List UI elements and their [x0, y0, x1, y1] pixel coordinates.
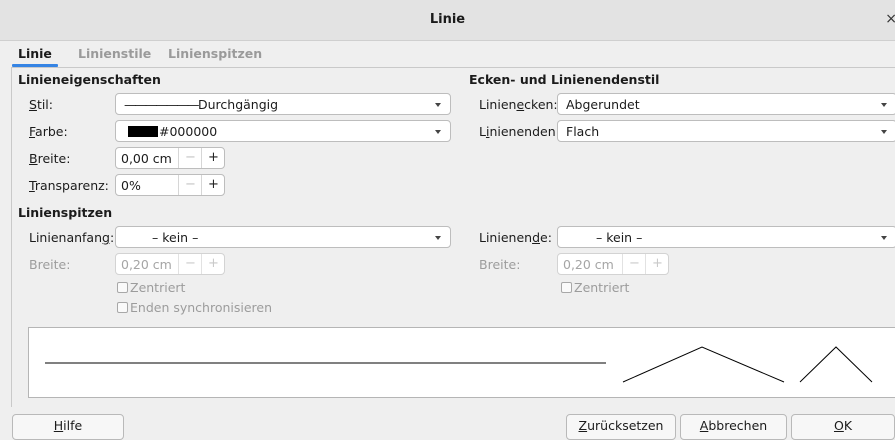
arrow-start-dropdown[interactable]: – kein –: [115, 226, 451, 248]
style-dropdown[interactable]: ——————— Durchgängig: [115, 93, 451, 115]
center-start-checkbox[interactable]: Zentriert: [117, 280, 185, 295]
section-line-properties: Linieneigenschaften: [18, 72, 161, 87]
transparency-label: Transparenz:: [29, 178, 109, 193]
arrow-end-label: Linienende:: [479, 230, 552, 245]
cap-label: Linienenden:: [479, 124, 560, 139]
corner-dropdown[interactable]: Abgerundet: [557, 93, 895, 115]
line-style-sample: ———————: [124, 97, 199, 112]
arrow-start-width-label: Breite:: [29, 257, 71, 272]
panel-border: [11, 67, 12, 407]
decrement-button[interactable]: −: [178, 254, 202, 274]
arrow-start-value: – kein –: [152, 230, 199, 245]
preview-angle-line: [622, 346, 785, 383]
chevron-down-icon: [881, 103, 887, 107]
cap-value: Flach: [566, 124, 600, 139]
width-value: 0,00 cm: [121, 151, 172, 166]
increment-button[interactable]: +: [645, 254, 669, 274]
transparency-stepper[interactable]: 0% − +: [115, 174, 225, 196]
preview-angle-line-small: [799, 346, 873, 383]
color-label: Farbe:: [29, 124, 68, 139]
chevron-down-icon: [881, 236, 887, 240]
increment-button[interactable]: +: [201, 148, 225, 168]
decrement-button[interactable]: −: [178, 175, 202, 195]
arrow-end-dropdown[interactable]: – kein –: [557, 226, 895, 248]
arrow-end-value: – kein –: [596, 230, 643, 245]
transparency-value: 0%: [121, 178, 141, 193]
color-dropdown[interactable]: #000000: [115, 120, 451, 142]
sync-ends-checkbox[interactable]: Enden synchronisieren: [117, 300, 272, 315]
checkbox-box: [117, 302, 128, 313]
section-arrows: Linienspitzen: [18, 205, 113, 220]
decrement-button[interactable]: −: [622, 254, 646, 274]
chevron-down-icon: [881, 130, 887, 134]
arrow-start-label: Linienanfang:: [29, 230, 115, 245]
color-value: #000000: [159, 124, 218, 139]
width-stepper[interactable]: 0,00 cm − +: [115, 147, 225, 169]
increment-button[interactable]: +: [201, 175, 225, 195]
arrow-start-width-stepper[interactable]: 0,20 cm − +: [115, 253, 225, 275]
chevron-down-icon: [435, 236, 441, 240]
arrow-end-width-label: Breite:: [479, 257, 521, 272]
center-end-checkbox[interactable]: Zentriert: [561, 280, 629, 295]
ok-button[interactable]: OK: [791, 414, 895, 440]
window-title: Linie: [429, 12, 466, 27]
title-bar: Linie ×: [0, 0, 895, 41]
corner-value: Abgerundet: [566, 97, 640, 112]
close-icon[interactable]: ×: [885, 11, 895, 27]
section-corner-style: Ecken- und Linienendenstil: [469, 72, 660, 87]
chevron-down-icon: [435, 103, 441, 107]
tab-linienspitzen[interactable]: Linienspitzen: [161, 44, 269, 66]
line-preview: [28, 327, 895, 398]
tab-linie[interactable]: Linie: [11, 44, 59, 67]
preview-drawing: [45, 346, 873, 383]
tab-linienstile[interactable]: Linienstile: [71, 44, 158, 66]
help-button[interactable]: Hilfe: [12, 414, 124, 440]
arrow-end-width-value: 0,20 cm: [563, 257, 614, 272]
checkbox-box: [561, 282, 572, 293]
increment-button[interactable]: +: [201, 254, 225, 274]
tab-divider: [11, 67, 895, 68]
style-label: Stil:: [29, 97, 53, 112]
style-value: Durchgängig: [198, 97, 279, 112]
color-swatch: [128, 126, 158, 137]
arrow-end-width-stepper[interactable]: 0,20 cm − +: [557, 253, 669, 275]
chevron-down-icon: [435, 130, 441, 134]
cancel-button[interactable]: Abbrechen: [680, 414, 787, 440]
width-label: Breite:: [29, 151, 71, 166]
checkbox-box: [117, 282, 128, 293]
arrow-start-width-value: 0,20 cm: [121, 257, 172, 272]
cap-dropdown[interactable]: Flach: [557, 120, 895, 142]
corner-label: Linienecken:: [479, 97, 558, 112]
reset-button[interactable]: Zurücksetzen: [566, 414, 676, 440]
decrement-button[interactable]: −: [178, 148, 202, 168]
